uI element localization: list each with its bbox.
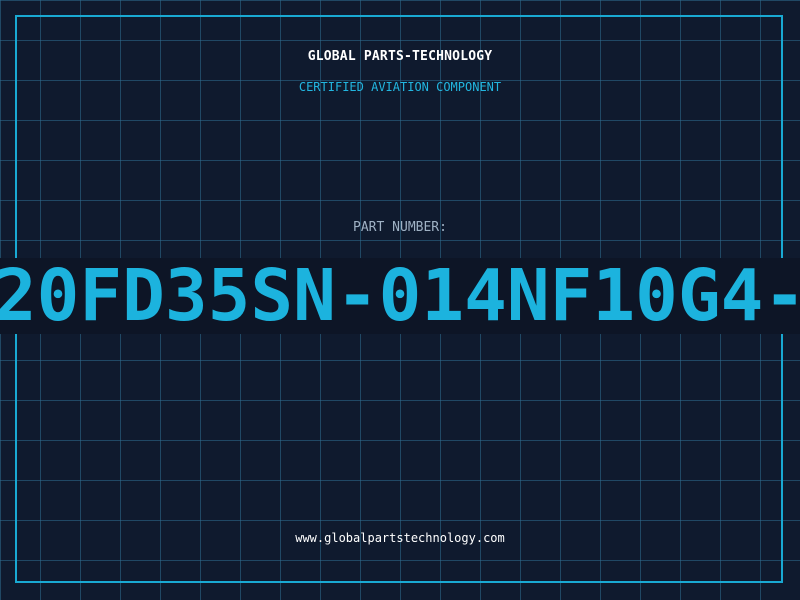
part-number-value: D38999/20FD35SN-014NF10G4-106-152 [0,258,800,334]
website-url: www.globalpartstechnology.com [295,531,505,545]
part-number-band: D38999/20FD35SN-014NF10G4-106-152 [0,258,800,334]
brand-title: GLOBAL PARTS-TECHNOLOGY [307,49,493,64]
part-number-label: PART NUMBER: [353,220,447,235]
certification-tagline: CERTIFIED AVIATION COMPONENT [298,80,502,94]
part-label-card: GLOBAL PARTS-TECHNOLOGY CERTIFIED AVIATI… [0,0,800,600]
